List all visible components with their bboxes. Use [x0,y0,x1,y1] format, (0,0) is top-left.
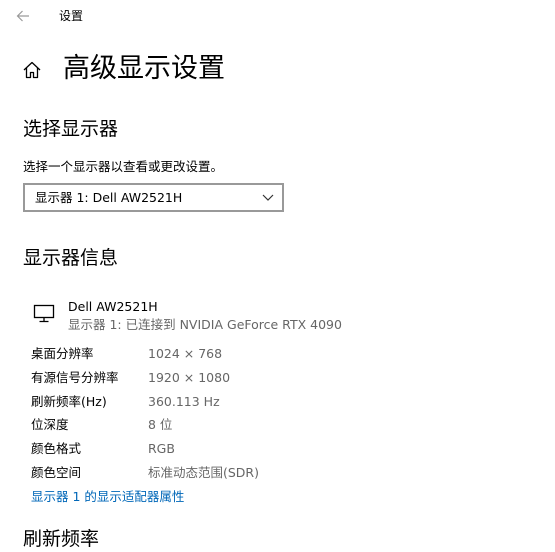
info-value-desktop-resolution: 1024 × 768 [148,346,223,361]
home-icon [23,61,41,79]
monitor-icon [33,304,55,323]
info-label-active-signal-resolution: 有源信号分辨率 [31,370,119,385]
info-label-bit-depth: 位深度 [31,417,69,432]
display-info-heading: 显示器信息 [23,247,119,269]
page-title: 高级显示设置 [63,53,225,84]
refresh-rate-heading: 刷新频率 [23,528,100,550]
info-value-color-space: 标准动态范围(SDR) [148,465,259,480]
title-bar: 设置 [0,0,555,32]
info-label-color-format: 颜色格式 [31,441,82,456]
display-adapter-properties-link[interactable]: 显示器 1 的显示适配器属性 [31,489,184,505]
window-title: 设置 [59,9,84,23]
display-select-dropdown[interactable]: 显示器 1: Dell AW2521H [23,183,284,212]
info-value-color-format: RGB [148,441,175,456]
select-display-heading: 选择显示器 [23,118,119,140]
back-arrow-icon [16,10,29,22]
back-button[interactable] [12,5,34,27]
info-label-color-space: 颜色空间 [31,465,82,480]
info-value-active-signal-resolution: 1920 × 1080 [148,370,231,385]
monitor-name: Dell AW2521H [68,299,158,314]
chevron-down-icon [262,194,274,201]
info-label-refresh-rate: 刷新频率(Hz) [31,394,107,409]
select-display-description: 选择一个显示器以查看或更改设置。 [23,159,224,174]
info-label-desktop-resolution: 桌面分辨率 [31,346,94,361]
info-value-bit-depth: 8 位 [148,417,173,432]
info-value-refresh-rate: 360.113 Hz [148,394,220,409]
display-select-value: 显示器 1: Dell AW2521H [35,190,183,205]
monitor-connection: 显示器 1: 已连接到 NVIDIA GeForce RTX 4090 [68,317,342,332]
